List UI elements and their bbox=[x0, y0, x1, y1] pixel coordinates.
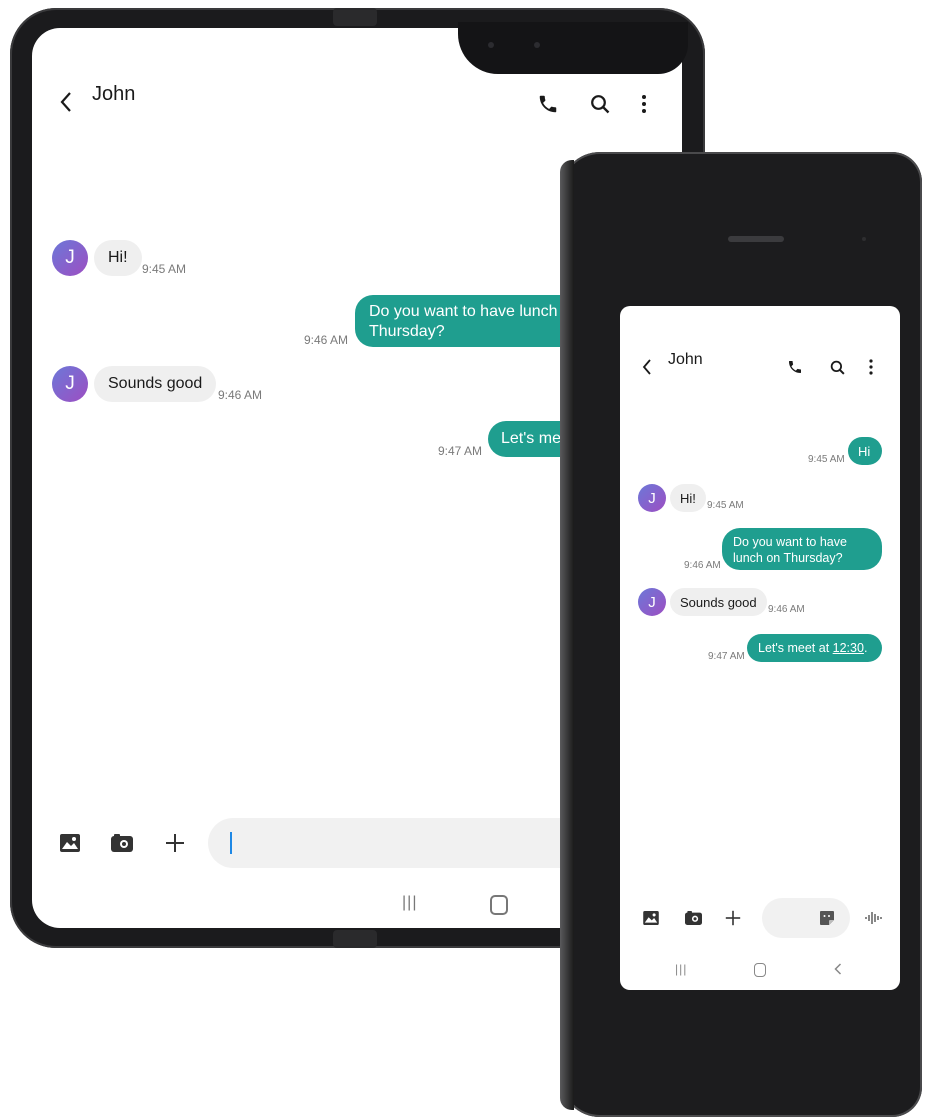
chevron-left-icon[interactable] bbox=[54, 90, 78, 114]
incoming-message: Sounds good bbox=[670, 588, 767, 616]
time-link[interactable]: 12:30 bbox=[833, 641, 864, 655]
avatar[interactable]: J bbox=[638, 484, 666, 512]
sticker-icon[interactable] bbox=[818, 909, 836, 927]
outgoing-message: Hi bbox=[848, 437, 882, 465]
message-time: 9:45 AM bbox=[142, 262, 187, 276]
message-time: 9:46 AM bbox=[304, 333, 349, 347]
message-line: Do you want to have lunch bbox=[369, 303, 558, 320]
message-line: lunch on Thursday? bbox=[733, 551, 843, 565]
message-line: Do you want to have bbox=[733, 535, 847, 549]
hinge-bottom bbox=[333, 930, 377, 948]
voice-record-icon[interactable] bbox=[864, 910, 884, 926]
camera-icon[interactable] bbox=[684, 910, 702, 926]
message-input[interactable] bbox=[762, 898, 850, 938]
gallery-icon[interactable] bbox=[58, 832, 82, 854]
plus-icon[interactable] bbox=[164, 832, 186, 854]
nav-back-icon[interactable] bbox=[832, 962, 844, 976]
message-text: Let's me bbox=[501, 430, 561, 447]
message-input[interactable] bbox=[208, 818, 588, 868]
front-camera bbox=[488, 42, 494, 48]
message-time: 9:45 AM bbox=[707, 500, 744, 511]
message-text: Hi bbox=[858, 444, 871, 459]
message-line: Thursday? bbox=[369, 323, 445, 340]
message-time: 9:46 AM bbox=[684, 560, 721, 571]
message-text-post: . bbox=[863, 641, 868, 655]
text-cursor bbox=[230, 832, 232, 854]
avatar[interactable]: J bbox=[52, 240, 88, 276]
plus-icon[interactable] bbox=[724, 909, 742, 927]
camera-notch bbox=[458, 22, 688, 74]
search-icon[interactable] bbox=[828, 358, 846, 376]
message-time: 9:47 AM bbox=[708, 651, 745, 662]
conversation-title: John bbox=[92, 83, 136, 105]
more-vert-icon[interactable] bbox=[864, 358, 878, 376]
message-text: Let's meet at 12:30. bbox=[758, 641, 867, 655]
home-icon[interactable] bbox=[490, 895, 508, 915]
front-sensor bbox=[862, 237, 866, 241]
chevron-left-icon[interactable] bbox=[638, 358, 656, 376]
more-vert-icon[interactable] bbox=[632, 92, 656, 116]
outgoing-message: Let's meet at 12:30. bbox=[747, 634, 882, 662]
recents-icon[interactable]: ||| bbox=[675, 962, 687, 976]
home-icon[interactable] bbox=[754, 963, 766, 977]
incoming-message: Hi! bbox=[670, 484, 706, 512]
phone-icon[interactable] bbox=[786, 358, 804, 376]
outgoing-message: Do you want to have lunch on Thursday? bbox=[722, 528, 882, 570]
hinge-top bbox=[333, 8, 377, 26]
message-time: 9:45 AM bbox=[808, 454, 845, 465]
gallery-icon[interactable] bbox=[642, 910, 660, 926]
avatar[interactable]: J bbox=[52, 366, 88, 402]
earpiece-speaker bbox=[728, 236, 784, 242]
front-camera-2 bbox=[534, 42, 540, 48]
recents-icon[interactable]: ||| bbox=[402, 894, 417, 912]
message-time: 9:46 AM bbox=[768, 604, 805, 615]
message-time: 9:46 AM bbox=[218, 388, 263, 402]
conversation-title: John bbox=[668, 351, 703, 368]
message-text-pre: Let's meet at bbox=[758, 641, 833, 655]
search-icon[interactable] bbox=[588, 92, 612, 116]
incoming-message: Sounds good bbox=[94, 366, 217, 402]
folded-phone-edge bbox=[560, 160, 574, 1110]
avatar[interactable]: J bbox=[638, 588, 666, 616]
camera-icon[interactable] bbox=[110, 832, 134, 854]
message-time: 9:47 AM bbox=[438, 444, 483, 458]
outgoing-message: Do you want to have lunch Thursday? bbox=[355, 295, 585, 347]
incoming-message: Hi! bbox=[94, 240, 142, 276]
phone-icon[interactable] bbox=[536, 92, 560, 116]
